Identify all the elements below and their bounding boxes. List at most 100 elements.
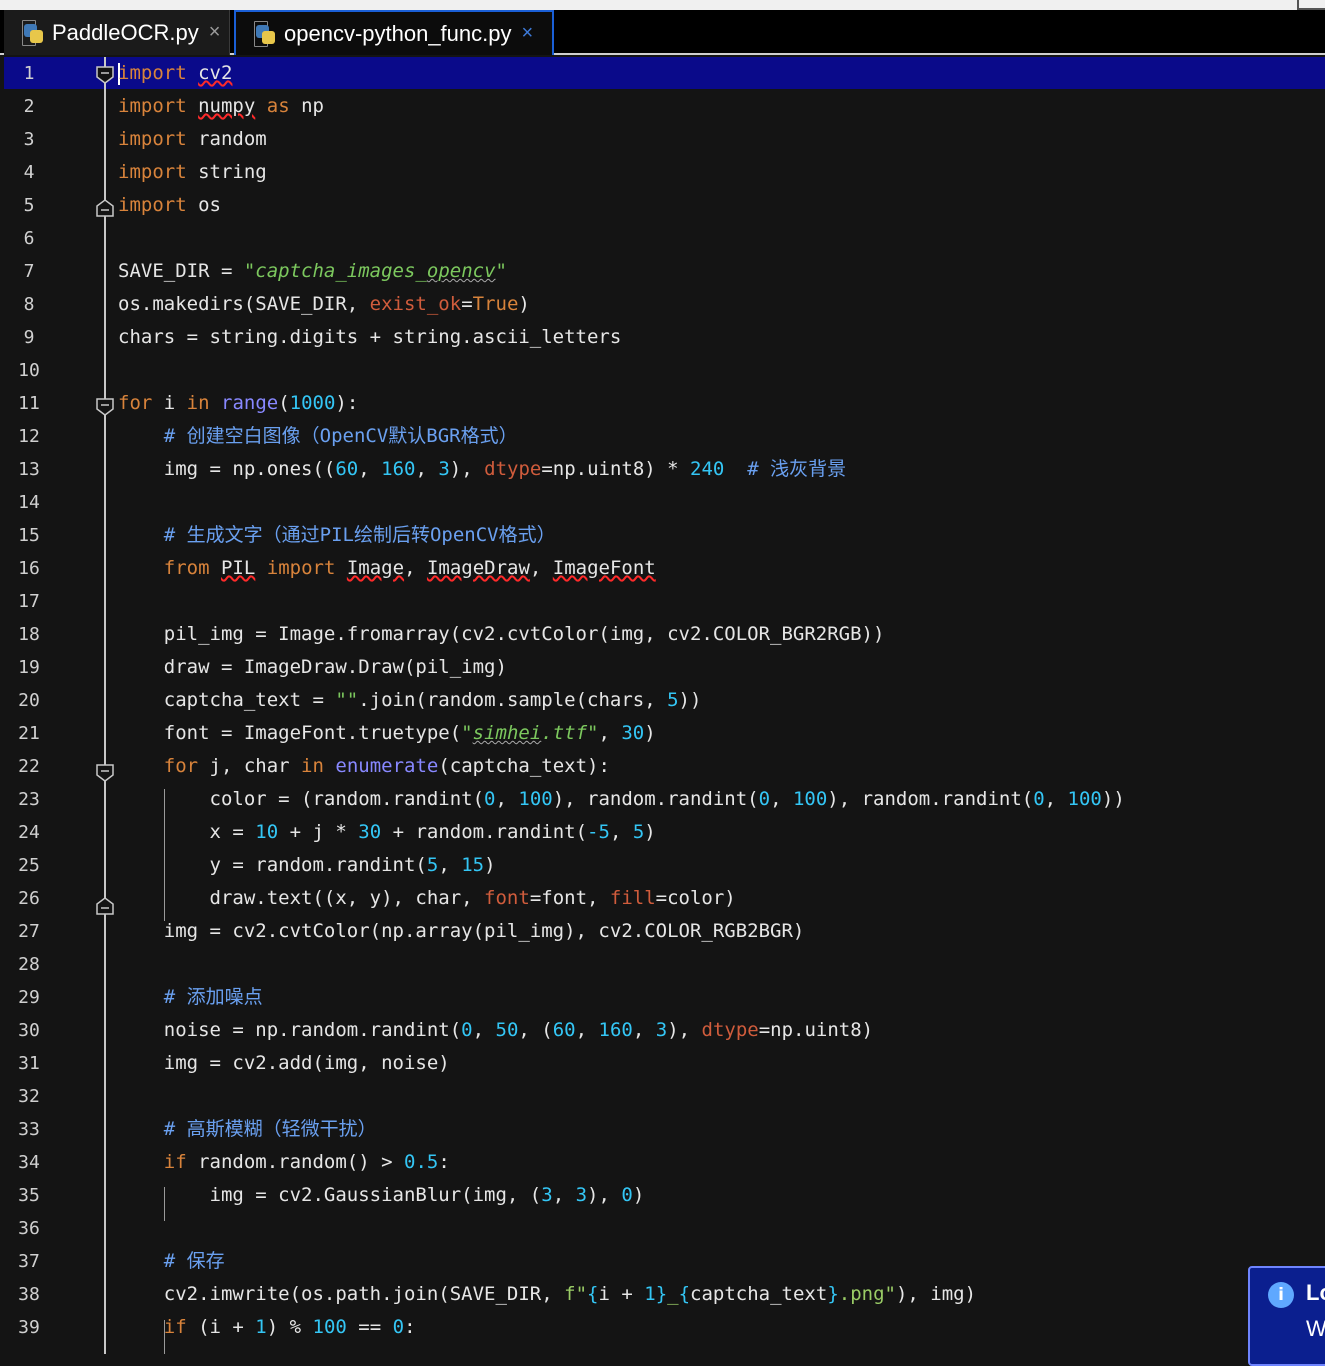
line-number: 15: [18, 525, 40, 546]
code-text[interactable]: import random: [118, 123, 267, 156]
line-number: 5: [23, 195, 35, 216]
code-text[interactable]: import cv2: [118, 57, 232, 90]
code-text[interactable]: font = ImageFont.truetype("simhei.ttf", …: [118, 717, 656, 750]
code-line[interactable]: 31 img = cv2.add(img, noise): [0, 1047, 1325, 1080]
code-text[interactable]: from PIL import Image, ImageDraw, ImageF…: [118, 552, 656, 585]
code-text[interactable]: # 生成文字（通过PIL绘制后转OpenCV格式）: [118, 519, 556, 552]
code-text[interactable]: os.makedirs(SAVE_DIR, exist_ok=True): [118, 288, 530, 321]
code-line[interactable]: 17: [0, 585, 1325, 618]
line-number: 13: [18, 459, 40, 480]
code-text[interactable]: cv2.imwrite(os.path.join(SAVE_DIR, f"{i …: [118, 1278, 976, 1311]
code-line[interactable]: 37 # 保存: [0, 1245, 1325, 1278]
code-line[interactable]: 13 img = np.ones((60, 160, 3), dtype=np.…: [0, 453, 1325, 486]
code-text[interactable]: img = cv2.add(img, noise): [118, 1047, 450, 1080]
code-line[interactable]: 22 for j, char in enumerate(captcha_text…: [0, 750, 1325, 783]
code-text[interactable]: if random.random() > 0.5:: [118, 1146, 450, 1179]
code-text[interactable]: # 保存: [118, 1245, 225, 1278]
code-line[interactable]: 10: [0, 354, 1325, 387]
code-line[interactable]: 7 SAVE_DIR = "captcha_images_opencv": [0, 255, 1325, 288]
code-editor[interactable]: 1 import cv2 2 import numpy as np 3 import …: [0, 57, 1325, 1354]
code-line[interactable]: 34 if random.random() > 0.5:: [0, 1146, 1325, 1179]
close-icon[interactable]: ×: [522, 22, 534, 45]
code-line[interactable]: 38 cv2.imwrite(os.path.join(SAVE_DIR, f"…: [0, 1278, 1325, 1311]
code-line[interactable]: 25 y = random.randint(5, 15): [0, 849, 1325, 882]
code-text[interactable]: pil_img = Image.fromarray(cv2.cvtColor(i…: [118, 618, 885, 651]
line-number: 33: [18, 1119, 40, 1140]
tab-paddleocr[interactable]: PaddleOCR.py ×: [4, 10, 230, 55]
code-text[interactable]: import string: [118, 156, 267, 189]
notification-popup[interactable]: i Lo W: [1248, 1266, 1325, 1366]
code-line[interactable]: 18 pil_img = Image.fromarray(cv2.cvtColo…: [0, 618, 1325, 651]
code-text[interactable]: noise = np.random.randint(0, 50, (60, 16…: [118, 1014, 873, 1047]
code-line[interactable]: 12 # 创建空白图像（OpenCV默认BGR格式）: [0, 420, 1325, 453]
line-number: 27: [18, 921, 40, 942]
code-line[interactable]: 14: [0, 486, 1325, 519]
code-line[interactable]: 3 import random: [0, 123, 1325, 156]
tab-opencv-python-func[interactable]: opencv-python_func.py ×: [234, 10, 554, 55]
code-line[interactable]: 35 img = cv2.GaussianBlur(img, (3, 3), 0…: [0, 1179, 1325, 1212]
code-line[interactable]: 33 # 高斯模糊（轻微干扰）: [0, 1113, 1325, 1146]
code-line[interactable]: 1 import cv2: [0, 57, 1325, 90]
code-line[interactable]: 26 draw.text((x, y), char, font=font, fi…: [0, 882, 1325, 915]
code-text[interactable]: img = cv2.GaussianBlur(img, (3, 3), 0): [118, 1179, 645, 1212]
tab-label: PaddleOCR.py: [52, 19, 199, 45]
code-line[interactable]: 39 if (i + 1) % 100 == 0:: [0, 1311, 1325, 1344]
code-text[interactable]: color = (random.randint(0, 100), random.…: [118, 783, 1125, 816]
code-line[interactable]: 5 import os: [0, 189, 1325, 222]
code-line[interactable]: 27 img = cv2.cvtColor(np.array(pil_img),…: [0, 915, 1325, 948]
code-text[interactable]: img = cv2.cvtColor(np.array(pil_img), cv…: [118, 915, 805, 948]
code-text[interactable]: y = random.randint(5, 15): [118, 849, 496, 882]
code-line[interactable]: 15 # 生成文字（通过PIL绘制后转OpenCV格式）: [0, 519, 1325, 552]
line-number: 30: [18, 1020, 40, 1041]
line-number: 22: [18, 756, 40, 777]
code-text[interactable]: import numpy as np: [118, 90, 324, 123]
line-number: 31: [18, 1053, 40, 1074]
code-text[interactable]: draw = ImageDraw.Draw(pil_img): [118, 651, 507, 684]
code-line[interactable]: 29 # 添加噪点: [0, 981, 1325, 1014]
info-icon: i: [1268, 1282, 1294, 1308]
code-line[interactable]: 23 color = (random.randint(0, 100), rand…: [0, 783, 1325, 816]
editor-tab-bar: PaddleOCR.py × opencv-python_func.py ×: [0, 10, 1325, 55]
code-line[interactable]: 21 font = ImageFont.truetype("simhei.ttf…: [0, 717, 1325, 750]
line-number: 12: [18, 426, 40, 447]
code-line[interactable]: 36: [0, 1212, 1325, 1245]
window-top-border: [0, 0, 1325, 10]
line-number: 32: [18, 1086, 40, 1107]
line-number: 11: [18, 393, 40, 414]
line-number: 38: [18, 1284, 40, 1305]
code-line[interactable]: 32: [0, 1080, 1325, 1113]
code-text[interactable]: SAVE_DIR = "captcha_images_opencv": [118, 255, 507, 288]
line-number: 18: [18, 624, 40, 645]
code-line[interactable]: 6: [0, 222, 1325, 255]
code-text[interactable]: captcha_text = "".join(random.sample(cha…: [118, 684, 702, 717]
code-line[interactable]: 16 from PIL import Image, ImageDraw, Ima…: [0, 552, 1325, 585]
code-line[interactable]: 28: [0, 948, 1325, 981]
code-line[interactable]: 20 captcha_text = "".join(random.sample(…: [0, 684, 1325, 717]
code-text[interactable]: import os: [118, 189, 221, 222]
line-number: 8: [23, 294, 35, 315]
code-line[interactable]: 11 for i in range(1000):: [0, 387, 1325, 420]
line-number: 9: [23, 327, 35, 348]
code-text[interactable]: for j, char in enumerate(captcha_text):: [118, 750, 610, 783]
line-number: 39: [18, 1317, 40, 1338]
code-line[interactable]: 9 chars = string.digits + string.ascii_le…: [0, 321, 1325, 354]
code-line[interactable]: 2 import numpy as np: [0, 90, 1325, 123]
code-text[interactable]: draw.text((x, y), char, font=font, fill=…: [118, 882, 736, 915]
code-text[interactable]: if (i + 1) % 100 == 0:: [118, 1311, 416, 1344]
code-text[interactable]: # 添加噪点: [118, 981, 263, 1014]
close-icon[interactable]: ×: [209, 21, 221, 44]
code-line[interactable]: 8 os.makedirs(SAVE_DIR, exist_ok=True): [0, 288, 1325, 321]
code-line[interactable]: 4 import string: [0, 156, 1325, 189]
code-text[interactable]: x = 10 + j * 30 + random.randint(-5, 5): [118, 816, 656, 849]
code-text[interactable]: # 高斯模糊（轻微干扰）: [118, 1113, 377, 1146]
line-number: 24: [18, 822, 40, 843]
code-text[interactable]: for i in range(1000):: [118, 387, 358, 420]
code-line[interactable]: 30 noise = np.random.randint(0, 50, (60,…: [0, 1014, 1325, 1047]
line-number: 2: [23, 96, 35, 117]
line-number: 19: [18, 657, 40, 678]
code-line[interactable]: 24 x = 10 + j * 30 + random.randint(-5, …: [0, 816, 1325, 849]
code-text[interactable]: chars = string.digits + string.ascii_let…: [118, 321, 621, 354]
code-text[interactable]: img = np.ones((60, 160, 3), dtype=np.uin…: [118, 453, 846, 486]
code-line[interactable]: 19 draw = ImageDraw.Draw(pil_img): [0, 651, 1325, 684]
code-text[interactable]: # 创建空白图像（OpenCV默认BGR格式）: [118, 420, 518, 453]
